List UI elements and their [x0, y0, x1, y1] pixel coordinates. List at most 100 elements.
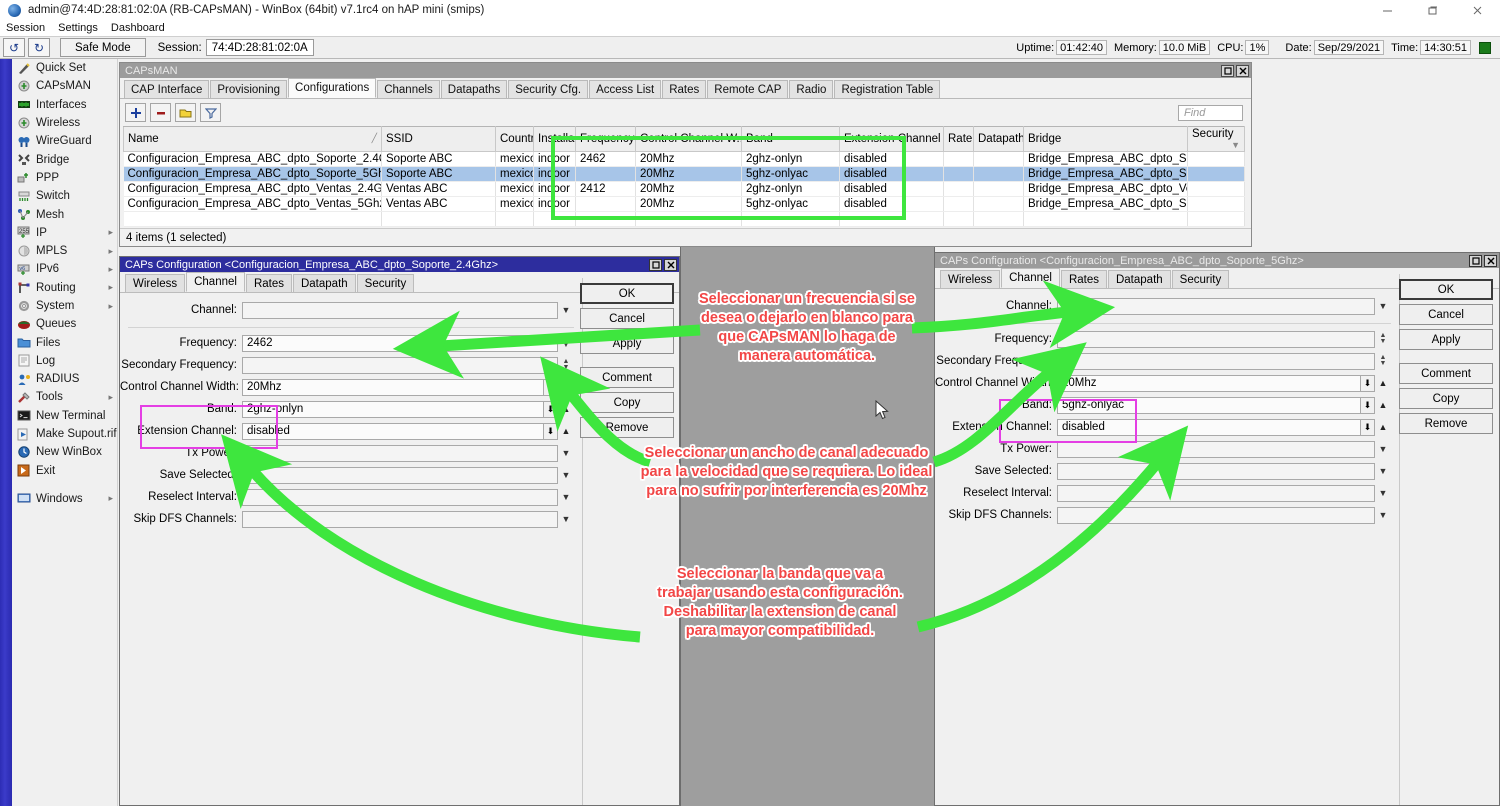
- dropdown-button[interactable]: ⬇: [1361, 375, 1375, 392]
- sidebar-item-new-winbox[interactable]: New WinBox: [12, 443, 117, 461]
- dialog-tab-wireless-24ghz[interactable]: Wireless: [125, 274, 185, 292]
- column-header-extension-channel[interactable]: Extension Channel: [840, 127, 944, 152]
- table-row[interactable]: Configuracion_Empresa_ABC_dpto_Soporte_2…: [124, 152, 1245, 167]
- sidebar-item-wireless[interactable]: Wireless: [12, 114, 117, 132]
- field-input-save-selected[interactable]: [242, 467, 558, 484]
- redo-icon[interactable]: ↻: [28, 38, 50, 57]
- capsman-tab-security-cfg[interactable]: Security Cfg.: [508, 80, 588, 98]
- field-input-skip-dfs-channels[interactable]: [242, 511, 558, 528]
- column-menu-icon[interactable]: ▼: [1231, 140, 1240, 150]
- sidebar-item-quick-set[interactable]: Quick Set: [12, 59, 117, 77]
- table-row[interactable]: Configuracion_Empresa_ABC_dpto_Soporte_5…: [124, 167, 1245, 182]
- menu-item-settings[interactable]: Settings: [58, 22, 98, 34]
- dialog-tab-security-5ghz[interactable]: Security: [1172, 270, 1230, 288]
- chevron-down-icon[interactable]: ▼: [1375, 466, 1391, 476]
- sidebar-item-ip[interactable]: 255IP▸: [12, 224, 117, 242]
- chevron-down-icon[interactable]: ▼: [1375, 510, 1391, 520]
- spinner-secondary-frequency[interactable]: ▲▼: [558, 359, 574, 371]
- sidebar-item-interfaces[interactable]: Interfaces: [12, 96, 117, 114]
- chevron-up-icon[interactable]: ▲: [1375, 422, 1391, 432]
- minimize-button[interactable]: [1365, 0, 1410, 20]
- add-icon[interactable]: [125, 103, 146, 122]
- dialog-restore-icon[interactable]: [649, 259, 662, 271]
- sidebar-item-routing[interactable]: Routing▸: [12, 279, 117, 297]
- chevron-down-icon[interactable]: ▼: [558, 514, 574, 524]
- chevron-down-icon[interactable]: ▼: [558, 448, 574, 458]
- field-input-channel[interactable]: [242, 302, 558, 319]
- field-input-reselect-interval[interactable]: [1057, 485, 1375, 502]
- spinner-frequency[interactable]: ▲▼: [558, 337, 574, 349]
- capsman-restore-icon[interactable]: [1221, 65, 1234, 77]
- field-input-secondary-frequency[interactable]: [242, 357, 558, 374]
- capsman-tab-registration-table[interactable]: Registration Table: [834, 80, 940, 98]
- column-header-name[interactable]: Name╱: [124, 127, 382, 152]
- chevron-down-icon[interactable]: ▼: [1375, 488, 1391, 498]
- session-value[interactable]: 74:4D:28:81:02:0A: [206, 39, 314, 56]
- field-input-frequency[interactable]: 2462: [242, 335, 558, 352]
- column-header-country[interactable]: Country: [496, 127, 534, 152]
- maximize-button[interactable]: [1410, 0, 1455, 20]
- sidebar-item-wireguard[interactable]: WireGuard: [12, 132, 117, 150]
- remove-button-5ghz[interactable]: Remove: [1399, 413, 1493, 434]
- capsman-tab-channels[interactable]: Channels: [377, 80, 440, 98]
- dialog-tab-rates-5ghz[interactable]: Rates: [1061, 270, 1107, 288]
- capsman-tab-configurations[interactable]: Configurations: [288, 78, 376, 98]
- dialog-tab-channel-5ghz[interactable]: Channel: [1001, 268, 1060, 288]
- dialog-close-icon[interactable]: [1484, 255, 1497, 267]
- sidebar-item-capsman[interactable]: CAPsMAN: [12, 77, 117, 95]
- safe-mode-button[interactable]: Safe Mode: [60, 38, 146, 57]
- dialog-tab-wireless-5ghz[interactable]: Wireless: [940, 270, 1000, 288]
- apply-button-24ghz[interactable]: Apply: [580, 333, 674, 354]
- chevron-up-icon[interactable]: ▲: [558, 426, 574, 436]
- chevron-up-icon[interactable]: ▲: [558, 404, 574, 414]
- comment-button-5ghz[interactable]: Comment: [1399, 363, 1493, 384]
- copy-button-24ghz[interactable]: Copy: [580, 392, 674, 413]
- table-row[interactable]: Configuracion_Empresa_ABC_dpto_Ventas_2.…: [124, 182, 1245, 197]
- remove-icon[interactable]: [150, 103, 171, 122]
- dialog-close-icon[interactable]: [664, 259, 677, 271]
- sidebar-item-system[interactable]: System▸: [12, 297, 117, 315]
- spinner-frequency[interactable]: ▲▼: [1375, 333, 1391, 345]
- comment-button-24ghz[interactable]: Comment: [580, 367, 674, 388]
- menu-item-session[interactable]: Session: [6, 22, 45, 34]
- column-header-ssid[interactable]: SSID: [382, 127, 496, 152]
- chevron-down-icon[interactable]: ▼: [558, 470, 574, 480]
- sidebar-item-tools[interactable]: Tools▸: [12, 388, 117, 406]
- cancel-button-5ghz[interactable]: Cancel: [1399, 304, 1493, 325]
- capsman-tab-remote-cap[interactable]: Remote CAP: [707, 80, 788, 98]
- chevron-down-icon[interactable]: ▼: [558, 382, 574, 392]
- field-input-skip-dfs-channels[interactable]: [1057, 507, 1375, 524]
- dropdown-button[interactable]: ⬇: [544, 423, 558, 440]
- dropdown-button[interactable]: ⬇: [544, 401, 558, 418]
- field-input-extension-channel[interactable]: disabled: [1057, 419, 1361, 436]
- ok-button-24ghz[interactable]: OK: [580, 283, 674, 304]
- filter-icon[interactable]: [200, 103, 221, 122]
- capsman-tab-rates[interactable]: Rates: [662, 80, 706, 98]
- apply-button-5ghz[interactable]: Apply: [1399, 329, 1493, 350]
- column-header-security[interactable]: Security▼: [1188, 127, 1245, 152]
- column-header-frequency[interactable]: Frequency: [576, 127, 636, 152]
- chevron-down-icon[interactable]: ▼: [1375, 301, 1391, 311]
- capsman-tab-datapaths[interactable]: Datapaths: [441, 80, 507, 98]
- enable-icon[interactable]: [175, 103, 196, 122]
- sidebar-item-switch[interactable]: Switch: [12, 187, 117, 205]
- cancel-button-24ghz[interactable]: Cancel: [580, 308, 674, 329]
- column-header-datapath[interactable]: Datapath: [974, 127, 1024, 152]
- dropdown-button[interactable]: ⬇: [1361, 397, 1375, 414]
- field-input-tx-power[interactable]: [242, 445, 558, 462]
- capsman-tab-access-list[interactable]: Access List: [589, 80, 661, 98]
- dropdown-button[interactable]: ⬇: [1361, 419, 1375, 436]
- chevron-up-icon[interactable]: ▲: [1375, 378, 1391, 388]
- close-button[interactable]: [1455, 0, 1500, 20]
- sidebar-item-log[interactable]: Log: [12, 352, 117, 370]
- dialog-restore-icon[interactable]: [1469, 255, 1482, 267]
- column-header-rate[interactable]: Rate: [944, 127, 974, 152]
- sidebar-item-mesh[interactable]: Mesh: [12, 205, 117, 223]
- capsman-tab-cap-interface[interactable]: CAP Interface: [124, 80, 209, 98]
- dialog-tab-security-24ghz[interactable]: Security: [357, 274, 415, 292]
- dialog-tab-channel-24ghz[interactable]: Channel: [186, 272, 245, 292]
- dialog-tab-datapath-24ghz[interactable]: Datapath: [293, 274, 356, 292]
- field-input-extension-channel[interactable]: disabled: [242, 423, 544, 440]
- field-input-control-channel-width[interactable]: 20Mhz: [242, 379, 544, 396]
- field-input-frequency[interactable]: [1057, 331, 1375, 348]
